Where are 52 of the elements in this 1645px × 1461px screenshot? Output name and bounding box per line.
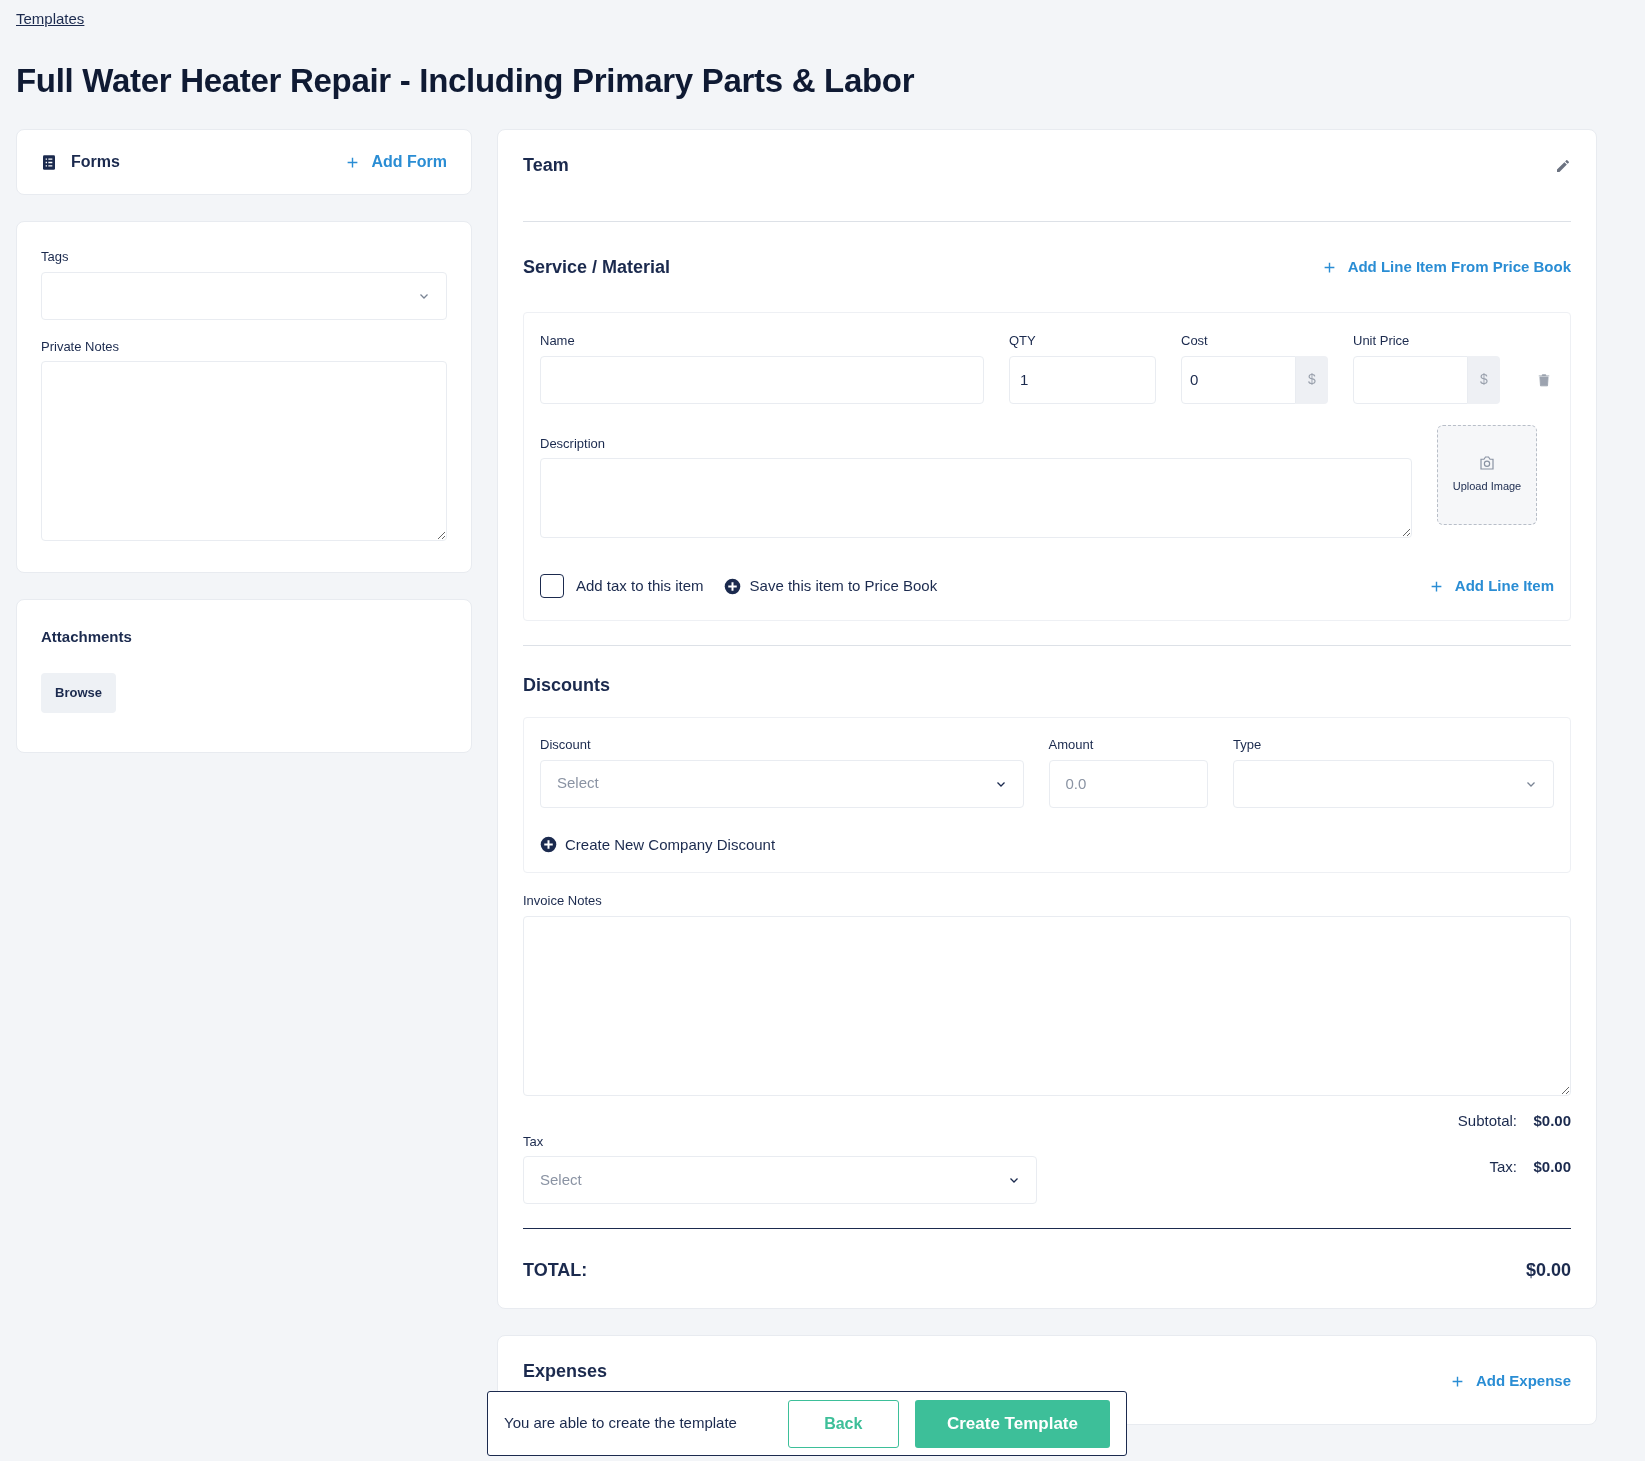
invoice-notes-label: Invoice Notes: [523, 892, 603, 910]
page-title: Full Water Heater Repair - Including Primary Parts & Labor: [16, 61, 916, 101]
add-line-item-button[interactable]: Add Line Item: [1429, 574, 1554, 598]
trash-icon: [1537, 371, 1551, 388]
pencil-icon: [1555, 157, 1571, 174]
create-discount-link[interactable]: Create New Company Discount: [540, 833, 776, 856]
field-label: Name: [540, 332, 576, 350]
upload-image-button[interactable]: Upload Image: [1437, 424, 1537, 525]
total-label: TOTAL:: [523, 1259, 588, 1282]
summary-label: Subtotal:: [1457, 1110, 1517, 1131]
plus-icon: [1429, 579, 1443, 593]
tax-item-checkbox[interactable]: Add tax to this item: [540, 574, 704, 598]
field-label: Unit Price: [1353, 332, 1411, 350]
text-field[interactable]: 1: [1009, 355, 1156, 404]
total-value: $0.00: [1525, 1259, 1571, 1282]
discounts-title: Discounts: [523, 674, 611, 697]
field-label: Amount: [1048, 736, 1095, 754]
field-label: Type: [1233, 736, 1263, 754]
action-message: You are able to create the template: [504, 1413, 738, 1434]
field-label: Discount: [540, 736, 592, 754]
add-from-price-book-button[interactable]: Add Line Item From Price Book: [1322, 255, 1571, 279]
dollar-addon: $: [1296, 355, 1328, 404]
field-label: QTY: [1009, 332, 1037, 350]
plus-icon: [1450, 1374, 1464, 1388]
breadcrumb-link[interactable]: Templates: [16, 8, 85, 31]
tags-label: Tags: [41, 248, 70, 266]
dollar-addon: $: [1468, 355, 1500, 404]
description-label: Description: [540, 434, 607, 453]
document-icon: [41, 153, 57, 171]
add-form-button[interactable]: Add Form: [346, 150, 447, 174]
field-label: Cost: [1181, 332, 1209, 350]
summary-value: $0.00: [1533, 1110, 1571, 1131]
private-notes-label: Private Notes: [41, 337, 121, 356]
save-to-price-book-link[interactable]: Save this item to Price Book: [723, 574, 938, 598]
browse-button[interactable]: Browse: [41, 672, 116, 713]
forms-title: Forms: [71, 152, 120, 172]
plus-circle-icon: [540, 836, 557, 854]
add-expense-button[interactable]: Add Expense: [1450, 1370, 1571, 1393]
service-material-title: Service / Material: [523, 255, 671, 279]
plus-circle-icon: [723, 577, 741, 595]
expenses-title: Expenses: [523, 1360, 608, 1383]
tax-label: Tax: [523, 1132, 545, 1151]
plus-icon: [1322, 260, 1336, 274]
summary-value: $0.00: [1533, 1157, 1571, 1177]
plus-icon: [346, 155, 360, 169]
summary-label: Tax:: [1489, 1157, 1517, 1177]
team-title: Team: [523, 154, 569, 177]
private-notes-field[interactable]: [41, 361, 447, 541]
camera-icon: [1477, 454, 1497, 473]
text-field[interactable]: 0.0: [1048, 759, 1208, 808]
attachments-title: Attachments: [41, 627, 133, 647]
currency-field[interactable]: 0: [1181, 355, 1296, 404]
